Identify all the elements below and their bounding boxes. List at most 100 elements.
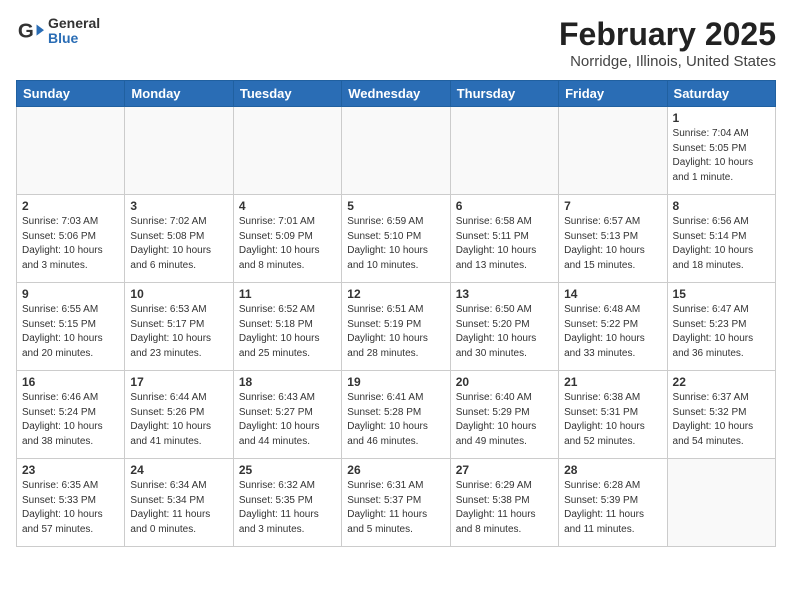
calendar-cell xyxy=(17,107,125,195)
calendar-cell: 20Sunrise: 6:40 AM Sunset: 5:29 PM Dayli… xyxy=(450,371,558,459)
weekday-header-thursday: Thursday xyxy=(450,81,558,107)
day-info: Sunrise: 7:01 AM Sunset: 5:09 PM Dayligh… xyxy=(239,215,336,273)
calendar-cell: 3Sunrise: 7:02 AM Sunset: 5:08 PM Daylig… xyxy=(125,195,233,283)
calendar-cell: 28 Sunrise: 6:28 AM Sunset: 5:39 PM Dayli… xyxy=(559,459,667,547)
day-number: 16 xyxy=(22,375,119,389)
calendar-header: SundayMondayTuesdayWednesdayThursdayFrid… xyxy=(17,81,776,107)
weekday-header-row: SundayMondayTuesdayWednesdayThursdayFrid… xyxy=(17,81,776,107)
day-number: 26 xyxy=(347,463,444,477)
logo-text: General Blue xyxy=(48,16,100,47)
calendar-subtitle: Norridge, Illinois, United States xyxy=(559,53,776,70)
logo: G General Blue xyxy=(16,16,100,47)
day-number: 13 xyxy=(456,287,553,301)
day-info: Sunrise: 6:53 AM Sunset: 5:17 PM Dayligh… xyxy=(130,303,227,361)
day-info: Sunrise: 6:58 AM Sunset: 5:11 PM Dayligh… xyxy=(456,215,553,273)
day-number: 9 xyxy=(22,287,119,301)
calendar-cell xyxy=(450,107,558,195)
day-info: Sunrise: 6:41 AM Sunset: 5:28 PM Dayligh… xyxy=(347,391,444,449)
day-number: 19 xyxy=(347,375,444,389)
day-number: 23 xyxy=(22,463,119,477)
calendar-cell: 18 Sunrise: 6:43 AM Sunset: 5:27 PM Dayli… xyxy=(233,371,341,459)
title-section: February 2025 Norridge, Illinois, United… xyxy=(559,16,776,70)
weekday-header-sunday: Sunday xyxy=(17,81,125,107)
day-info: Sunrise: 6:50 AM Sunset: 5:20 PM Dayligh… xyxy=(456,303,553,361)
weekday-header-friday: Friday xyxy=(559,81,667,107)
day-number: 5 xyxy=(347,199,444,213)
day-number: 24 xyxy=(130,463,227,477)
calendar-week-row: 2Sunrise: 7:03 AM Sunset: 5:06 PM Daylig… xyxy=(17,195,776,283)
day-info: Sunrise: 7:03 AM Sunset: 5:06 PM Dayligh… xyxy=(22,215,119,273)
day-number: 15 xyxy=(673,287,770,301)
day-number: 18 xyxy=(239,375,336,389)
weekday-header-saturday: Saturday xyxy=(667,81,775,107)
day-info: Sunrise: 6:29 AM Sunset: 5:38 PM Dayligh… xyxy=(456,479,553,537)
logo-icon: G xyxy=(16,17,44,45)
day-number: 4 xyxy=(239,199,336,213)
day-number: 27 xyxy=(456,463,553,477)
day-info: Sunrise: 6:57 AM Sunset: 5:13 PM Dayligh… xyxy=(564,215,661,273)
calendar-cell: 15 Sunrise: 6:47 AM Sunset: 5:23 PM Dayli… xyxy=(667,283,775,371)
calendar-cell: 5 Sunrise: 6:59 AM Sunset: 5:10 PM Daylig… xyxy=(342,195,450,283)
day-number: 25 xyxy=(239,463,336,477)
svg-text:G: G xyxy=(18,20,34,43)
day-info: Sunrise: 6:35 AM Sunset: 5:33 PM Dayligh… xyxy=(22,479,119,537)
day-number: 12 xyxy=(347,287,444,301)
calendar-week-row: 23 Sunrise: 6:35 AM Sunset: 5:33 PM Dayli… xyxy=(17,459,776,547)
calendar-cell: 9Sunrise: 6:55 AM Sunset: 5:15 PM Daylig… xyxy=(17,283,125,371)
day-number: 7 xyxy=(564,199,661,213)
calendar-week-row: 9Sunrise: 6:55 AM Sunset: 5:15 PM Daylig… xyxy=(17,283,776,371)
calendar-cell: 7 Sunrise: 6:57 AM Sunset: 5:13 PM Daylig… xyxy=(559,195,667,283)
day-number: 17 xyxy=(130,375,227,389)
logo-line1: General xyxy=(48,16,100,31)
calendar-cell: 4 Sunrise: 7:01 AM Sunset: 5:09 PM Daylig… xyxy=(233,195,341,283)
calendar-cell: 23 Sunrise: 6:35 AM Sunset: 5:33 PM Dayli… xyxy=(17,459,125,547)
calendar-cell: 25 Sunrise: 6:32 AM Sunset: 5:35 PM Dayli… xyxy=(233,459,341,547)
day-info: Sunrise: 6:44 AM Sunset: 5:26 PM Dayligh… xyxy=(130,391,227,449)
day-number: 21 xyxy=(564,375,661,389)
calendar-cell: 14 Sunrise: 6:48 AM Sunset: 5:22 PM Dayli… xyxy=(559,283,667,371)
weekday-header-wednesday: Wednesday xyxy=(342,81,450,107)
calendar-cell: 12 Sunrise: 6:51 AM Sunset: 5:19 PM Dayli… xyxy=(342,283,450,371)
day-info: Sunrise: 6:32 AM Sunset: 5:35 PM Dayligh… xyxy=(239,479,336,537)
calendar-cell xyxy=(667,459,775,547)
calendar-week-row: 16 Sunrise: 6:46 AM Sunset: 5:24 PM Dayli… xyxy=(17,371,776,459)
day-info: Sunrise: 6:52 AM Sunset: 5:18 PM Dayligh… xyxy=(239,303,336,361)
calendar-cell: 6 Sunrise: 6:58 AM Sunset: 5:11 PM Daylig… xyxy=(450,195,558,283)
day-info: Sunrise: 6:56 AM Sunset: 5:14 PM Dayligh… xyxy=(673,215,770,273)
day-info: Sunrise: 6:37 AM Sunset: 5:32 PM Dayligh… xyxy=(673,391,770,449)
calendar-cell xyxy=(342,107,450,195)
calendar-body: 1Sunrise: 7:04 AM Sunset: 5:05 PM Daylig… xyxy=(17,107,776,547)
day-number: 14 xyxy=(564,287,661,301)
day-number: 6 xyxy=(456,199,553,213)
day-info: Sunrise: 6:51 AM Sunset: 5:19 PM Dayligh… xyxy=(347,303,444,361)
day-info: Sunrise: 6:34 AM Sunset: 5:34 PM Dayligh… xyxy=(130,479,227,537)
day-number: 8 xyxy=(673,199,770,213)
calendar-cell: 22 Sunrise: 6:37 AM Sunset: 5:32 PM Dayli… xyxy=(667,371,775,459)
day-info: Sunrise: 6:28 AM Sunset: 5:39 PM Dayligh… xyxy=(564,479,661,537)
day-info: Sunrise: 6:48 AM Sunset: 5:22 PM Dayligh… xyxy=(564,303,661,361)
day-info: Sunrise: 6:43 AM Sunset: 5:27 PM Dayligh… xyxy=(239,391,336,449)
page-header: G General Blue February 2025 Norridge, I… xyxy=(16,16,776,70)
calendar-cell: 24 Sunrise: 6:34 AM Sunset: 5:34 PM Dayli… xyxy=(125,459,233,547)
calendar-cell: 1Sunrise: 7:04 AM Sunset: 5:05 PM Daylig… xyxy=(667,107,775,195)
calendar-cell xyxy=(125,107,233,195)
calendar-cell: 11 Sunrise: 6:52 AM Sunset: 5:18 PM Dayli… xyxy=(233,283,341,371)
calendar-cell: 10Sunrise: 6:53 AM Sunset: 5:17 PM Dayli… xyxy=(125,283,233,371)
day-number: 11 xyxy=(239,287,336,301)
day-number: 22 xyxy=(673,375,770,389)
day-info: Sunrise: 6:31 AM Sunset: 5:37 PM Dayligh… xyxy=(347,479,444,537)
calendar-cell: 21 Sunrise: 6:38 AM Sunset: 5:31 PM Dayli… xyxy=(559,371,667,459)
day-info: Sunrise: 6:59 AM Sunset: 5:10 PM Dayligh… xyxy=(347,215,444,273)
day-number: 28 xyxy=(564,463,661,477)
calendar-cell: 13 Sunrise: 6:50 AM Sunset: 5:20 PM Dayli… xyxy=(450,283,558,371)
calendar-cell: 19 Sunrise: 6:41 AM Sunset: 5:28 PM Dayli… xyxy=(342,371,450,459)
day-info: Sunrise: 6:47 AM Sunset: 5:23 PM Dayligh… xyxy=(673,303,770,361)
logo-line2: Blue xyxy=(48,31,100,46)
weekday-header-tuesday: Tuesday xyxy=(233,81,341,107)
day-info: Sunrise: 7:02 AM Sunset: 5:08 PM Dayligh… xyxy=(130,215,227,273)
day-info: Sunrise: 6:46 AM Sunset: 5:24 PM Dayligh… xyxy=(22,391,119,449)
calendar-cell: 2Sunrise: 7:03 AM Sunset: 5:06 PM Daylig… xyxy=(17,195,125,283)
day-number: 20 xyxy=(456,375,553,389)
weekday-header-monday: Monday xyxy=(125,81,233,107)
day-info: Sunrise: 6:38 AM Sunset: 5:31 PM Dayligh… xyxy=(564,391,661,449)
